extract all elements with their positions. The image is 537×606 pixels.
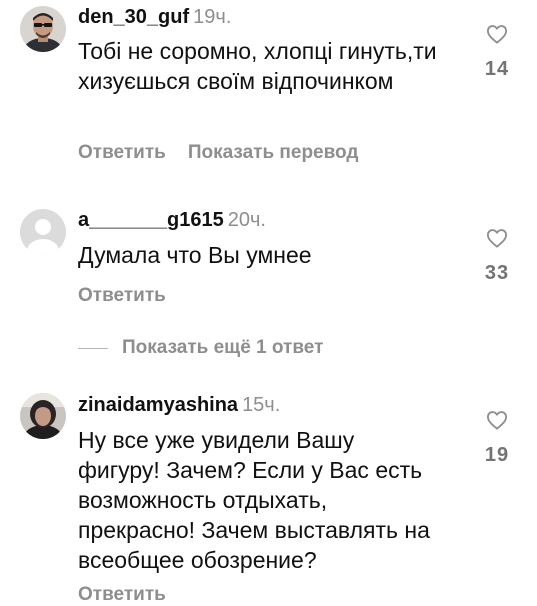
reply-button[interactable]: Ответить — [78, 285, 166, 306]
comment-text: Думала что Вы умнее — [78, 242, 312, 268]
username[interactable]: a_______g1615 — [78, 209, 224, 231]
avatar[interactable] — [20, 6, 66, 52]
reply-button[interactable]: Ответить — [78, 584, 166, 605]
view-more-replies-button[interactable]: Показать ещё 1 ответ — [78, 334, 323, 362]
reply-button[interactable]: Ответить — [78, 142, 166, 163]
heart-outline-icon[interactable] — [486, 228, 508, 248]
avatar[interactable] — [20, 393, 66, 439]
username[interactable]: den_30_guf — [78, 6, 189, 28]
translate-button[interactable]: Показать перевод — [188, 142, 359, 163]
timestamp: 15ч. — [242, 394, 281, 416]
more-replies-label: Показать ещё 1 ответ — [122, 337, 324, 358]
username[interactable]: zinaidamyashina — [78, 394, 238, 416]
comment-meta: den_30_guf 19ч. — [78, 5, 231, 29]
comment-text: Ну все уже увидели Вашу фигуру! Зачем? Е… — [78, 427, 430, 573]
like-control: 19 — [474, 410, 520, 467]
comment-text: Тобі не соромно, хлопці гинуть,ти хизуєш… — [78, 38, 437, 94]
heart-outline-icon[interactable] — [486, 24, 508, 44]
heart-outline-icon[interactable] — [486, 410, 508, 430]
timestamp: 19ч. — [193, 6, 232, 28]
timestamp: 20ч. — [227, 209, 266, 231]
like-count: 14 — [484, 58, 510, 80]
avatar[interactable] — [20, 209, 66, 255]
comment-actions: Ответить Показать перевод — [78, 142, 358, 164]
divider-line — [78, 347, 108, 349]
comment-meta: zinaidamyashina 15ч. — [78, 393, 280, 417]
comment-actions: Ответить — [78, 285, 166, 307]
like-count: 19 — [484, 444, 510, 466]
comment-actions: Ответить — [78, 584, 166, 606]
like-control: 14 — [474, 24, 520, 81]
like-control: 33 — [474, 228, 520, 285]
like-count: 33 — [484, 262, 510, 284]
comment-meta: a_______g1615 20ч. — [78, 208, 266, 232]
